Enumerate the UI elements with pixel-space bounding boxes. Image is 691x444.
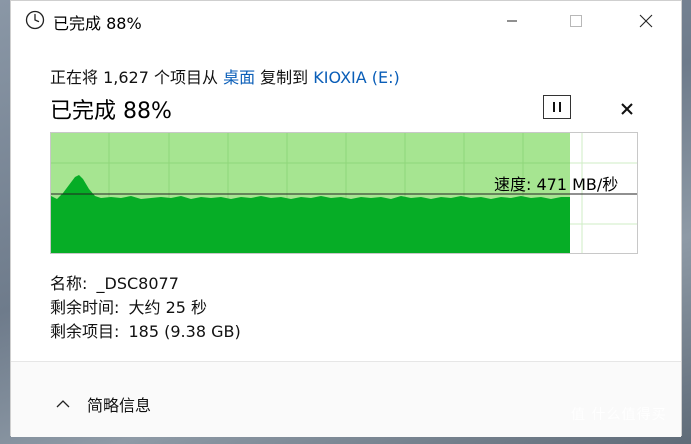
chevron-up-icon: [56, 400, 70, 408]
close-icon: [639, 14, 653, 28]
window-title: 已完成 88%: [53, 14, 142, 33]
destination-link[interactable]: KIOXIA (E:): [313, 68, 399, 87]
items-remaining-value: 185 (9.38 GB): [128, 322, 241, 341]
detail-time-row: 剩余时间: 大约 25 秒: [50, 296, 241, 320]
name-value: _DSC8077: [96, 274, 179, 293]
copy-progress-dialog: 已完成 88% 正在将 1,627 个项目从 桌面 复制到 KIOXIA (E:…: [10, 0, 682, 437]
maximize-button[interactable]: [553, 1, 599, 41]
less-info-label: 简略信息: [87, 396, 152, 415]
time-remaining-value: 大约 25 秒: [128, 298, 208, 317]
minimize-icon: [507, 20, 517, 22]
minimize-button[interactable]: [489, 1, 535, 41]
time-remaining-label: 剩余时间:: [50, 298, 120, 317]
close-window-button[interactable]: [623, 1, 669, 41]
items-remaining-label: 剩余项目:: [50, 322, 120, 341]
detail-items-row: 剩余项目: 185 (9.38 GB): [50, 320, 241, 344]
cancel-button[interactable]: [615, 97, 639, 121]
maximize-icon: [570, 15, 582, 27]
dialog-footer: 简略信息: [11, 362, 681, 437]
copy-description: 正在将 1,627 个项目从 桌面 复制到 KIOXIA (E:): [50, 64, 400, 88]
cancel-icon: [621, 103, 633, 115]
watermark: 值 什么值得买: [571, 407, 667, 423]
name-label: 名称:: [50, 274, 88, 293]
pause-button[interactable]: [543, 95, 571, 119]
copy-middle: 复制到: [255, 68, 314, 87]
title-bar: 已完成 88%: [11, 1, 681, 41]
detail-name-row: 名称: _DSC8077: [50, 272, 241, 296]
speed-label: 速度: 471 MB/秒: [494, 175, 619, 194]
transfer-details: 名称: _DSC8077 剩余时间: 大约 25 秒 剩余项目: 185 (9.…: [50, 272, 241, 344]
less-info-toggle[interactable]: 简略信息: [55, 392, 151, 416]
clock-icon: [25, 10, 45, 30]
pause-icon: [553, 102, 561, 112]
source-link[interactable]: 桌面: [223, 68, 255, 87]
progress-title: 已完成 88%: [50, 99, 172, 124]
copy-prefix: 正在将 1,627 个项目从: [50, 68, 224, 87]
